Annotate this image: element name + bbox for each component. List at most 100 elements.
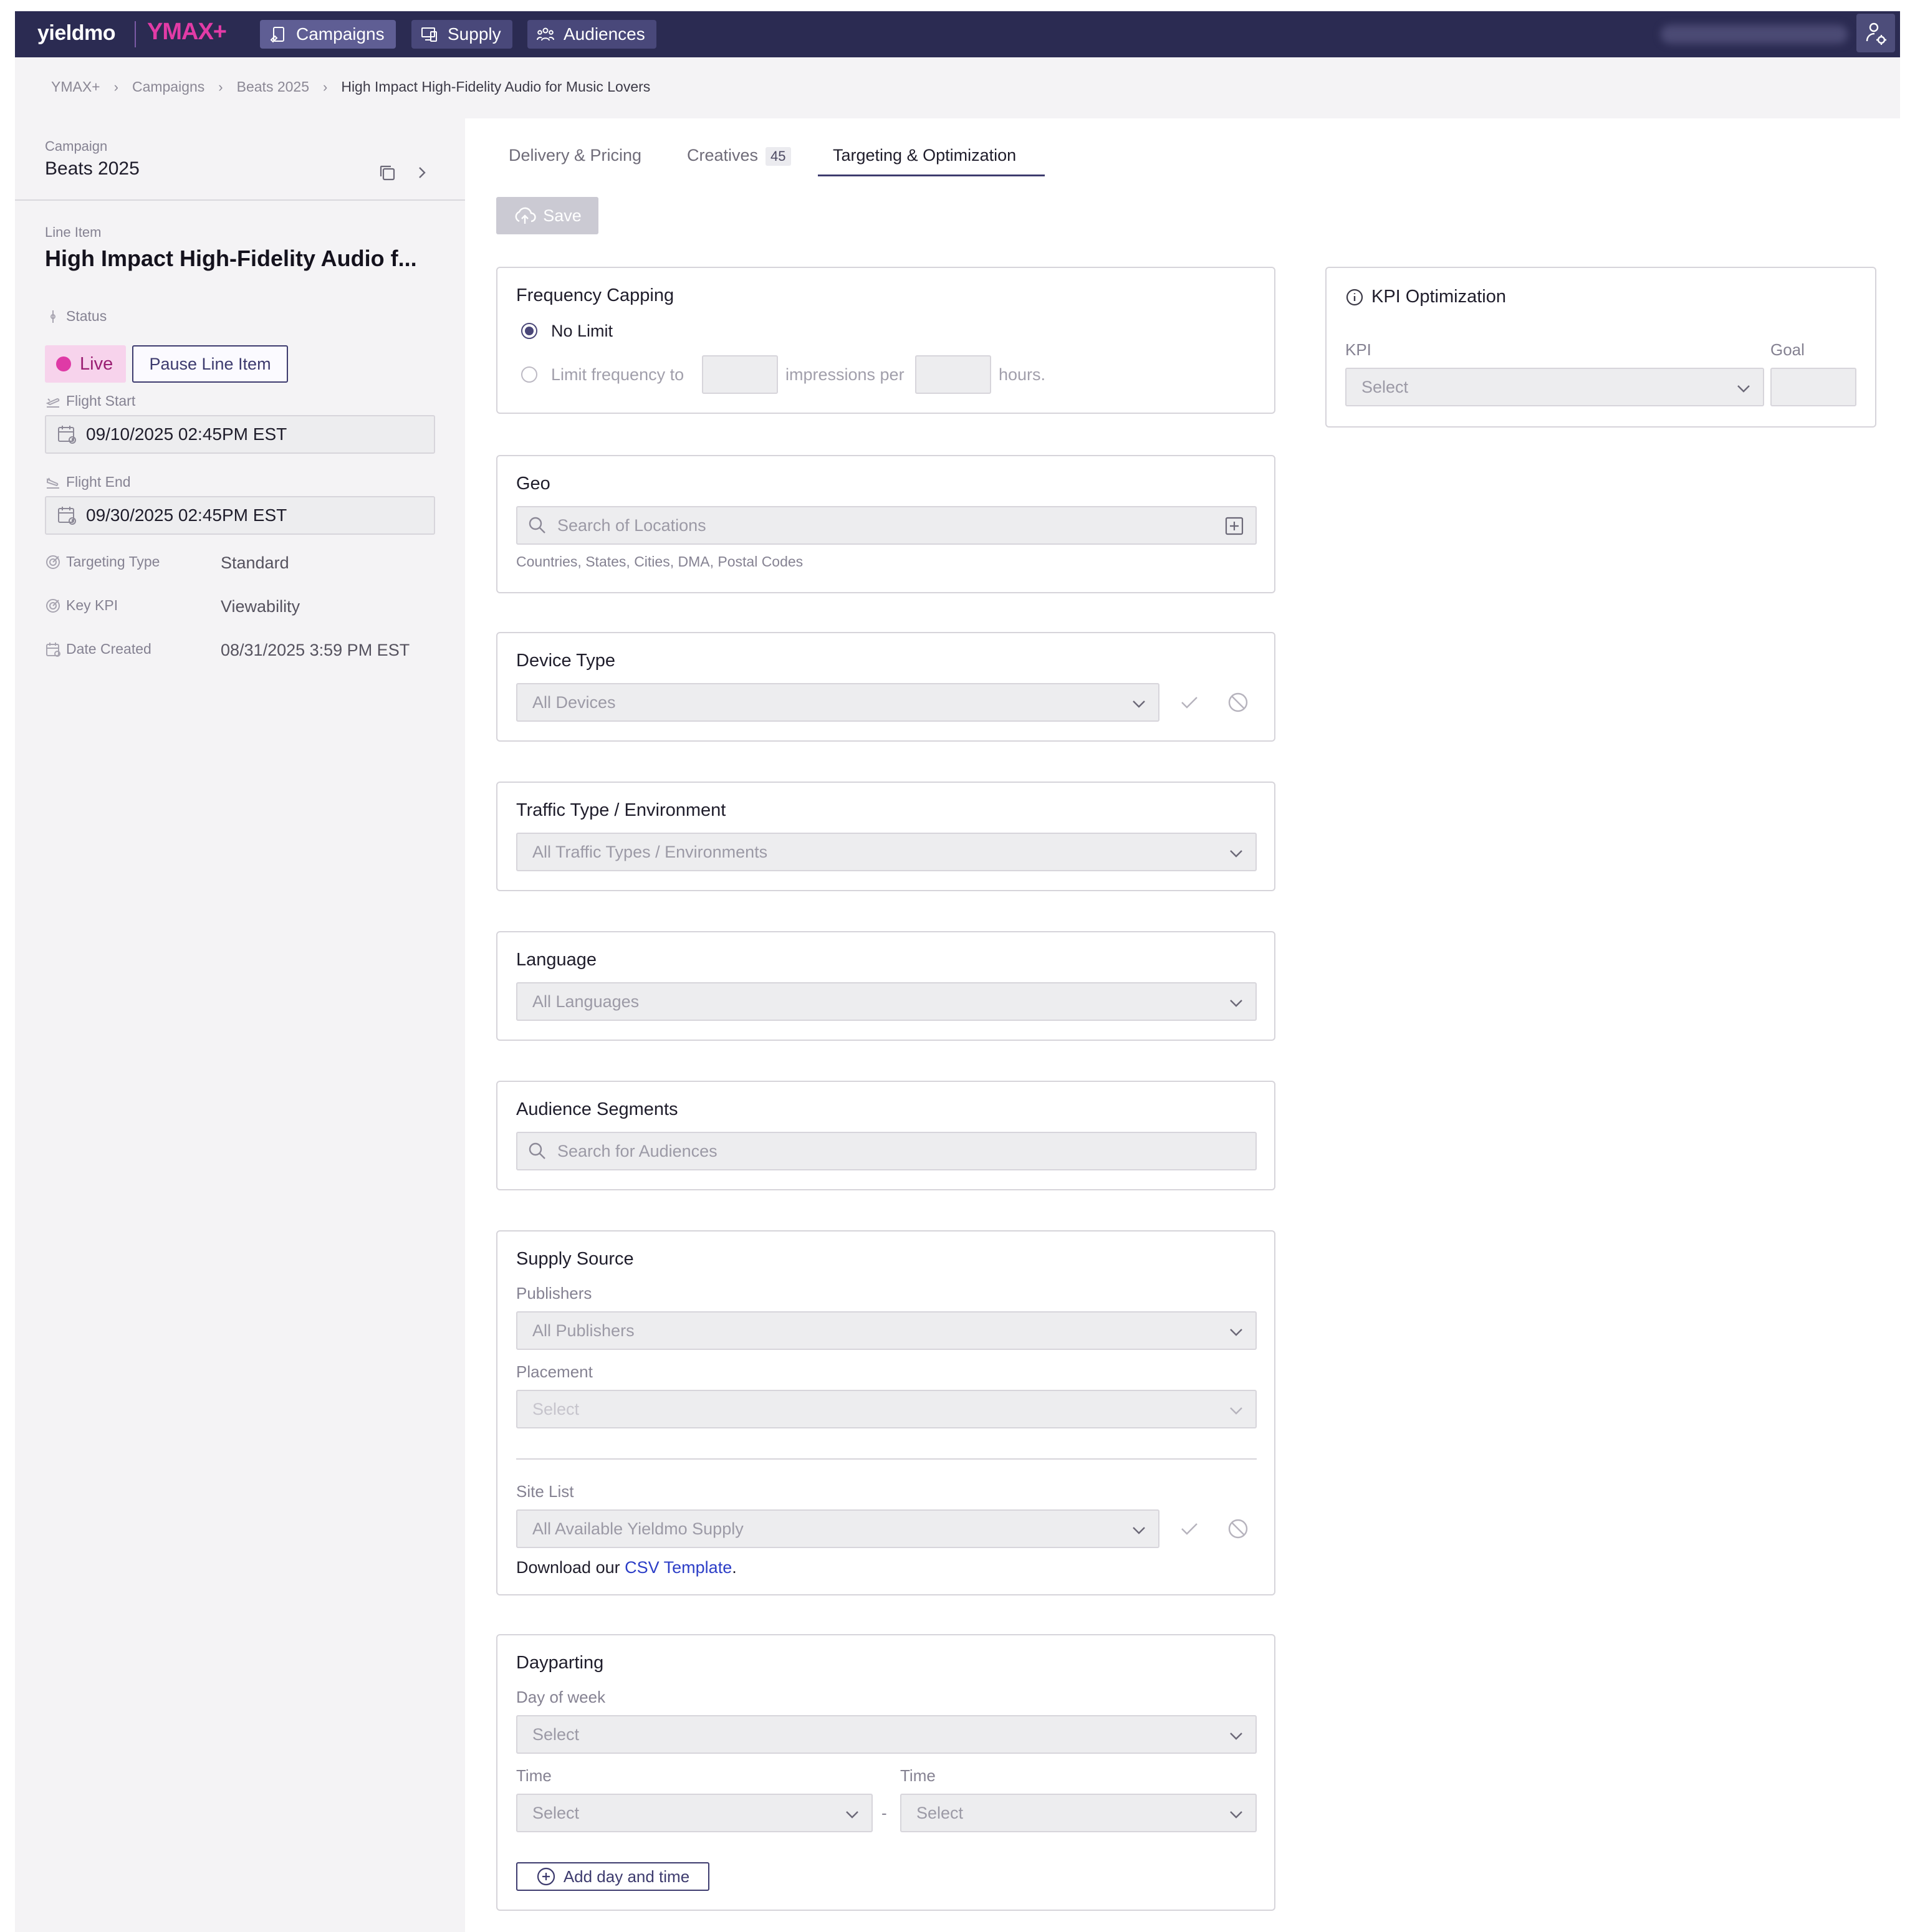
takeoff-icon	[46, 398, 60, 408]
chevron-down-icon	[1133, 701, 1145, 708]
exclude-block-icon[interactable]	[1227, 691, 1249, 714]
kpi-label: KPI	[1345, 340, 1371, 359]
dayparting-title: Dayparting	[516, 1653, 604, 1673]
no-limit-radio[interactable]	[521, 323, 537, 339]
campaign-icon	[270, 27, 284, 43]
status-label: Status	[66, 308, 107, 324]
day-of-week-select[interactable]: Select	[516, 1715, 1257, 1754]
traffic-type-value: All Traffic Types / Environments	[532, 842, 768, 861]
divider	[516, 1458, 1257, 1460]
copy-icon[interactable]	[378, 163, 396, 182]
pause-line-item-button[interactable]: Pause Line Item	[132, 345, 288, 383]
site-list-select[interactable]: All Available Yieldmo Supply	[516, 1509, 1159, 1548]
flight-start-row-label: Flight Start	[45, 393, 135, 409]
app-window: yieldmo YMAX+ Campaigns Supply Audiences	[15, 11, 1900, 1932]
line-item-name: High Impact High-Fidelity Audio f...	[45, 246, 417, 271]
breadcrumb-campaign[interactable]: Beats 2025	[237, 79, 309, 95]
site-list-label: Site List	[516, 1482, 574, 1501]
user-name-redacted	[1661, 25, 1848, 44]
kpi-select[interactable]: Select	[1345, 368, 1764, 406]
traffic-type-card: Traffic Type / Environment All Traffic T…	[496, 782, 1275, 891]
include-check-icon[interactable]	[1178, 691, 1201, 714]
csv-download-text: Download our CSV Template.	[516, 1558, 737, 1577]
chevron-down-icon	[1230, 1733, 1242, 1740]
start-time-value: Select	[532, 1803, 580, 1822]
save-button[interactable]: Save	[496, 197, 598, 234]
calendar-icon	[58, 507, 76, 525]
target-icon	[46, 598, 60, 613]
goal-input[interactable]	[1770, 368, 1856, 406]
chevron-right-icon[interactable]	[414, 163, 430, 182]
device-type-title: Device Type	[516, 651, 616, 671]
key-kpi-label: Key KPI	[66, 597, 118, 613]
search-icon	[529, 517, 545, 533]
date-created-value: 08/31/2025 3:59 PM EST	[221, 641, 410, 659]
tab-delivery-pricing[interactable]: Delivery & Pricing	[509, 146, 641, 165]
flight-start-label: Flight Start	[66, 393, 136, 409]
hours-label: hours.	[999, 365, 1046, 384]
flight-start-field[interactable]: 09/10/2025 02:45PM EST	[45, 415, 435, 454]
day-of-week-value: Select	[532, 1724, 580, 1744]
nav-audiences[interactable]: Audiences	[527, 20, 656, 49]
end-time-select[interactable]: Select	[900, 1794, 1257, 1832]
impressions-per-label: impressions per	[785, 365, 905, 384]
date-created-label: Date Created	[66, 641, 151, 657]
nav-campaigns[interactable]: Campaigns	[260, 20, 396, 49]
target-icon	[46, 555, 60, 569]
geo-title: Geo	[516, 474, 550, 494]
limit-frequency-radio[interactable]	[521, 366, 537, 383]
kpi-optimization-card: KPI Optimization KPI Goal Select	[1325, 267, 1876, 428]
traffic-type-select[interactable]: All Traffic Types / Environments	[516, 833, 1257, 871]
yieldmo-logo[interactable]: yieldmo	[37, 21, 115, 45]
csv-template-link[interactable]: CSV Template	[625, 1558, 732, 1577]
include-check-icon[interactable]	[1178, 1518, 1201, 1540]
placement-select[interactable]: Select	[516, 1390, 1257, 1428]
nav-audiences-label: Audiences	[564, 24, 645, 44]
add-day-and-time-button[interactable]: Add day and time	[516, 1862, 709, 1891]
breadcrumb-campaigns[interactable]: Campaigns	[132, 79, 204, 95]
device-type-select[interactable]: All Devices	[516, 683, 1159, 722]
status-badge: Live	[45, 345, 126, 383]
user-settings-icon	[1866, 22, 1886, 45]
audience-search-placeholder: Search for Audiences	[557, 1141, 718, 1160]
goal-label: Goal	[1770, 340, 1805, 359]
geo-card: Geo Search of Locations Countries, State…	[496, 455, 1275, 593]
audience-segments-card: Audience Segments Search for Audiences	[496, 1081, 1275, 1190]
publishers-select[interactable]: All Publishers	[516, 1311, 1257, 1350]
nav-supply[interactable]: Supply	[411, 20, 512, 49]
tab-targeting-optimization[interactable]: Targeting & Optimization	[833, 146, 1016, 165]
search-icon	[529, 1142, 545, 1159]
impressions-count-input[interactable]	[702, 355, 778, 394]
devices-icon	[421, 27, 437, 42]
language-card: Language All Languages	[496, 931, 1275, 1041]
hours-input[interactable]	[915, 355, 991, 394]
chevron-down-icon	[1230, 1407, 1242, 1415]
product-logo[interactable]: YMAX+	[147, 19, 227, 45]
chevron-down-icon	[1230, 1329, 1242, 1336]
dayparting-card: Dayparting Day of week Select Time Selec…	[496, 1634, 1275, 1911]
frequency-capping-title: Frequency Capping	[516, 285, 674, 305]
campaign-name: Beats 2025	[45, 158, 140, 179]
live-dot-icon	[56, 356, 71, 371]
language-select[interactable]: All Languages	[516, 982, 1257, 1021]
exclude-block-icon[interactable]	[1227, 1518, 1249, 1540]
breadcrumb-current: High Impact High-Fidelity Audio for Musi…	[341, 79, 651, 95]
flight-end-field[interactable]: 09/30/2025 02:45PM EST	[45, 496, 435, 535]
time-range-separator: -	[881, 1804, 887, 1822]
breadcrumb-ymax[interactable]: YMAX+	[51, 79, 100, 95]
supply-source-card: Supply Source Publishers All Publishers …	[496, 1230, 1275, 1595]
landing-icon	[47, 477, 59, 489]
tab-creatives[interactable]: Creatives 45	[687, 146, 791, 166]
add-box-icon[interactable]	[1224, 516, 1244, 536]
status-row-label: Status	[45, 308, 107, 325]
geo-search-input[interactable]: Search of Locations	[516, 506, 1257, 545]
audience-search-input[interactable]: Search for Audiences	[516, 1132, 1257, 1170]
geo-hint: Countries, States, Cities, DMA, Postal C…	[516, 553, 804, 570]
main-content: Delivery & Pricing Creatives 45 Targeting…	[465, 118, 1900, 1932]
csv-download-suffix: .	[732, 1558, 737, 1577]
user-settings-button[interactable]	[1856, 14, 1895, 52]
breadcrumb-chevron-icon: ›	[218, 79, 223, 95]
calendar-icon	[46, 642, 60, 657]
breadcrumb: YMAX+ › Campaigns › Beats 2025 › High Im…	[51, 79, 650, 95]
start-time-select[interactable]: Select	[516, 1794, 873, 1832]
